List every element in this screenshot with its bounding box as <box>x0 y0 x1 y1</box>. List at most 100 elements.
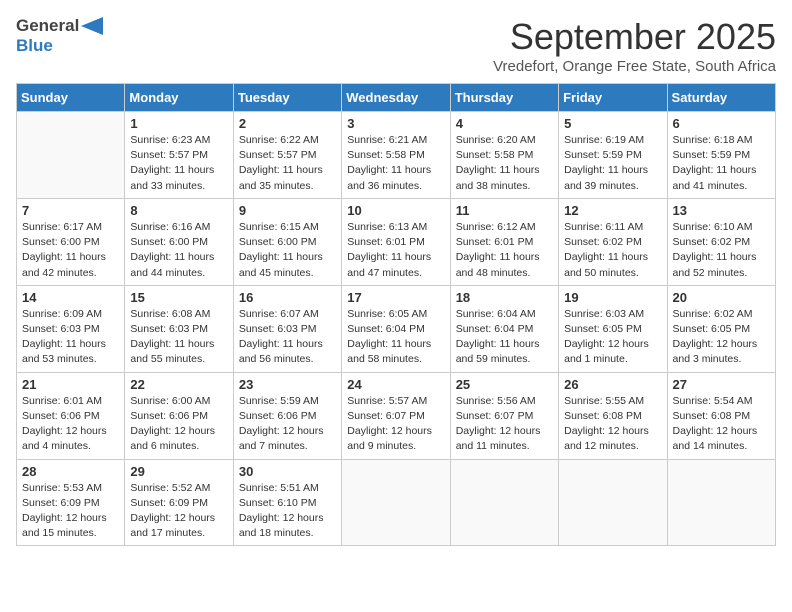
day-info: Sunrise: 6:07 AM Sunset: 6:03 PM Dayligh… <box>239 307 336 368</box>
day-info: Sunrise: 6:03 AM Sunset: 6:05 PM Dayligh… <box>564 307 661 368</box>
day-number: 25 <box>456 377 553 392</box>
calendar-cell: 8Sunrise: 6:16 AM Sunset: 6:00 PM Daylig… <box>125 198 233 285</box>
calendar-cell: 29 Sunrise: 5:52 AM Sunset: 6:09 PM Dayli… <box>125 459 233 546</box>
logo-blue-text: Blue <box>16 36 53 55</box>
calendar-cell: 30 Sunrise: 5:51 AM Sunset: 6:10 PM Dayli… <box>233 459 341 546</box>
calendar-cell <box>559 459 667 546</box>
calendar-cell: 6 Sunrise: 6:18 AM Sunset: 5:59 PM Daylig… <box>667 112 775 199</box>
day-info: Sunrise: 5:53 AM Sunset: 6:09 PM Dayligh… <box>22 481 119 542</box>
day-info: Sunrise: 6:10 AM Sunset: 6:02 PM Dayligh… <box>673 220 770 281</box>
day-number: 21 <box>22 377 119 392</box>
calendar-cell: 22 Sunrise: 6:00 AM Sunset: 6:06 PM Dayli… <box>125 372 233 459</box>
day-number: 19 <box>564 290 661 305</box>
day-info: Sunrise: 6:20 AM Sunset: 5:58 PM Dayligh… <box>456 133 553 194</box>
day-info: Sunrise: 6:23 AM Sunset: 5:57 PM Dayligh… <box>130 133 227 194</box>
calendar-week-row: 14Sunrise: 6:09 AM Sunset: 6:03 PM Dayli… <box>17 285 776 372</box>
day-info: Sunrise: 6:09 AM Sunset: 6:03 PM Dayligh… <box>22 307 119 368</box>
calendar-cell: 26 Sunrise: 5:55 AM Sunset: 6:08 PM Dayli… <box>559 372 667 459</box>
calendar-cell: 1 Sunrise: 6:23 AM Sunset: 5:57 PM Daylig… <box>125 112 233 199</box>
calendar-cell: 24 Sunrise: 5:57 AM Sunset: 6:07 PM Dayli… <box>342 372 450 459</box>
calendar-cell: 5Sunrise: 6:19 AM Sunset: 5:59 PM Daylig… <box>559 112 667 199</box>
calendar-week-row: 1 Sunrise: 6:23 AM Sunset: 5:57 PM Daylig… <box>17 112 776 199</box>
day-info: Sunrise: 6:04 AM Sunset: 6:04 PM Dayligh… <box>456 307 553 368</box>
title-block: September 2025 Vredefort, Orange Free St… <box>493 16 776 75</box>
day-info: Sunrise: 6:00 AM Sunset: 6:06 PM Dayligh… <box>130 394 227 455</box>
day-info: Sunrise: 6:11 AM Sunset: 6:02 PM Dayligh… <box>564 220 661 281</box>
day-number: 7 <box>22 203 119 218</box>
calendar-cell: 27 Sunrise: 5:54 AM Sunset: 6:08 PM Dayli… <box>667 372 775 459</box>
day-number: 11 <box>456 203 553 218</box>
day-info: Sunrise: 6:22 AM Sunset: 5:57 PM Dayligh… <box>239 133 336 194</box>
day-info: Sunrise: 5:55 AM Sunset: 6:08 PM Dayligh… <box>564 394 661 455</box>
calendar-cell: 13 Sunrise: 6:10 AM Sunset: 6:02 PM Dayli… <box>667 198 775 285</box>
day-of-week-header: Friday <box>559 84 667 112</box>
day-number: 22 <box>130 377 227 392</box>
day-info: Sunrise: 6:12 AM Sunset: 6:01 PM Dayligh… <box>456 220 553 281</box>
month-title: September 2025 <box>493 16 776 58</box>
day-of-week-header: Sunday <box>17 84 125 112</box>
day-number: 12 <box>564 203 661 218</box>
day-of-week-header: Wednesday <box>342 84 450 112</box>
day-info: Sunrise: 5:51 AM Sunset: 6:10 PM Dayligh… <box>239 481 336 542</box>
day-number: 1 <box>130 116 227 131</box>
calendar-week-row: 21 Sunrise: 6:01 AM Sunset: 6:06 PM Dayli… <box>17 372 776 459</box>
logo: General Blue <box>16 16 103 56</box>
day-of-week-header: Thursday <box>450 84 558 112</box>
day-number: 24 <box>347 377 444 392</box>
calendar-table: SundayMondayTuesdayWednesdayThursdayFrid… <box>16 83 776 546</box>
day-info: Sunrise: 6:15 AM Sunset: 6:00 PM Dayligh… <box>239 220 336 281</box>
calendar-cell <box>342 459 450 546</box>
day-info: Sunrise: 5:56 AM Sunset: 6:07 PM Dayligh… <box>456 394 553 455</box>
calendar-cell: 19 Sunrise: 6:03 AM Sunset: 6:05 PM Dayli… <box>559 285 667 372</box>
day-number: 23 <box>239 377 336 392</box>
day-info: Sunrise: 5:57 AM Sunset: 6:07 PM Dayligh… <box>347 394 444 455</box>
calendar-cell: 12 Sunrise: 6:11 AM Sunset: 6:02 PM Dayli… <box>559 198 667 285</box>
day-number: 9 <box>239 203 336 218</box>
calendar-cell: 15Sunrise: 6:08 AM Sunset: 6:03 PM Dayli… <box>125 285 233 372</box>
day-info: Sunrise: 6:19 AM Sunset: 5:59 PM Dayligh… <box>564 133 661 194</box>
day-number: 26 <box>564 377 661 392</box>
day-number: 8 <box>130 203 227 218</box>
day-number: 13 <box>673 203 770 218</box>
day-of-week-header: Monday <box>125 84 233 112</box>
calendar-cell: 17Sunrise: 6:05 AM Sunset: 6:04 PM Dayli… <box>342 285 450 372</box>
calendar-cell: 11 Sunrise: 6:12 AM Sunset: 6:01 PM Dayli… <box>450 198 558 285</box>
calendar-cell <box>667 459 775 546</box>
day-info: Sunrise: 6:13 AM Sunset: 6:01 PM Dayligh… <box>347 220 444 281</box>
day-number: 10 <box>347 203 444 218</box>
day-number: 18 <box>456 290 553 305</box>
day-info: Sunrise: 6:08 AM Sunset: 6:03 PM Dayligh… <box>130 307 227 368</box>
calendar-cell: 4Sunrise: 6:20 AM Sunset: 5:58 PM Daylig… <box>450 112 558 199</box>
day-number: 2 <box>239 116 336 131</box>
calendar-cell <box>450 459 558 546</box>
calendar-cell: 25 Sunrise: 5:56 AM Sunset: 6:07 PM Dayli… <box>450 372 558 459</box>
day-number: 6 <box>673 116 770 131</box>
day-info: Sunrise: 5:52 AM Sunset: 6:09 PM Dayligh… <box>130 481 227 542</box>
day-info: Sunrise: 5:54 AM Sunset: 6:08 PM Dayligh… <box>673 394 770 455</box>
page-header: General Blue September 2025 Vredefort, O… <box>16 16 776 75</box>
day-info: Sunrise: 6:05 AM Sunset: 6:04 PM Dayligh… <box>347 307 444 368</box>
day-info: Sunrise: 6:18 AM Sunset: 5:59 PM Dayligh… <box>673 133 770 194</box>
calendar-week-row: 7 Sunrise: 6:17 AM Sunset: 6:00 PM Daylig… <box>17 198 776 285</box>
day-number: 28 <box>22 464 119 479</box>
day-info: Sunrise: 5:59 AM Sunset: 6:06 PM Dayligh… <box>239 394 336 455</box>
calendar-cell: 23 Sunrise: 5:59 AM Sunset: 6:06 PM Dayli… <box>233 372 341 459</box>
day-number: 3 <box>347 116 444 131</box>
day-info: Sunrise: 6:21 AM Sunset: 5:58 PM Dayligh… <box>347 133 444 194</box>
day-number: 30 <box>239 464 336 479</box>
day-info: Sunrise: 6:02 AM Sunset: 6:05 PM Dayligh… <box>673 307 770 368</box>
calendar-cell: 2 Sunrise: 6:22 AM Sunset: 5:57 PM Daylig… <box>233 112 341 199</box>
location-subtitle: Vredefort, Orange Free State, South Afri… <box>493 58 776 75</box>
logo-general-text: General <box>16 16 79 36</box>
day-of-week-header: Saturday <box>667 84 775 112</box>
calendar-cell <box>17 112 125 199</box>
day-number: 29 <box>130 464 227 479</box>
calendar-cell: 3 Sunrise: 6:21 AM Sunset: 5:58 PM Daylig… <box>342 112 450 199</box>
calendar-week-row: 28 Sunrise: 5:53 AM Sunset: 6:09 PM Dayli… <box>17 459 776 546</box>
day-number: 16 <box>239 290 336 305</box>
day-number: 27 <box>673 377 770 392</box>
day-info: Sunrise: 6:17 AM Sunset: 6:00 PM Dayligh… <box>22 220 119 281</box>
calendar-cell: 10 Sunrise: 6:13 AM Sunset: 6:01 PM Dayli… <box>342 198 450 285</box>
day-info: Sunrise: 6:01 AM Sunset: 6:06 PM Dayligh… <box>22 394 119 455</box>
day-of-week-header: Tuesday <box>233 84 341 112</box>
